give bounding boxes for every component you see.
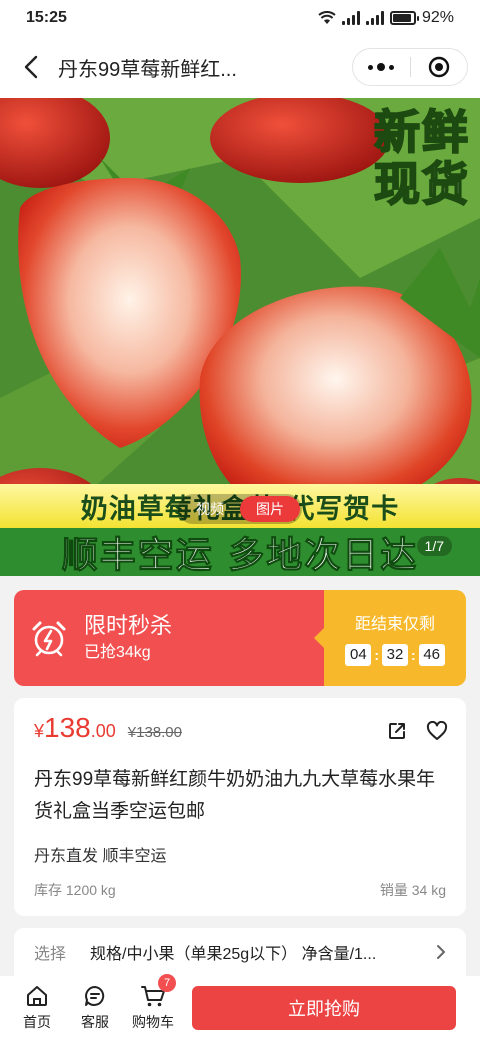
battery-icon bbox=[389, 11, 419, 25]
mini-program-capsule bbox=[352, 48, 468, 86]
close-miniprogram-button[interactable] bbox=[411, 49, 468, 85]
chat-icon bbox=[85, 986, 105, 1006]
product-image-carousel[interactable]: 新鲜 现货 奶油草莓礼盒装 代写贺卡 顺丰空运 多地次日达 视频 图片 1/7 bbox=[0, 98, 480, 576]
flash-sale-title: 限时秒杀 bbox=[84, 613, 173, 638]
battery-percent: 92% bbox=[421, 9, 454, 26]
home-tab-label: 首页 bbox=[23, 1014, 51, 1030]
more-button[interactable] bbox=[353, 49, 410, 85]
countdown-label: 距结束仅剩 bbox=[354, 616, 435, 633]
flash-sale-sold: 已抢34kg bbox=[84, 644, 151, 661]
cart-count-badge: 7 bbox=[158, 974, 176, 992]
product-title: 丹东99草莓新鲜红颜牛奶奶油九九大草莓水果年货礼盒当季空运包邮 bbox=[34, 769, 436, 822]
status-icons: 92% bbox=[318, 9, 454, 27]
price-decimal: .00 bbox=[90, 721, 116, 741]
more-dots-icon bbox=[368, 63, 395, 71]
home-icon bbox=[27, 986, 47, 1006]
customer-service-label: 客服 bbox=[81, 1014, 109, 1030]
carousel-page-indicator: 1/7 bbox=[416, 536, 452, 556]
media-tabs: 视频 图片 bbox=[178, 494, 302, 524]
countdown-seconds: 46 bbox=[418, 644, 445, 666]
countdown-colon: : bbox=[411, 647, 416, 663]
countdown-colon: : bbox=[374, 647, 379, 663]
original-price: ¥138.00 bbox=[127, 724, 182, 741]
flash-sale-countdown-panel: 距结束仅剩 04 : 32 : 46 bbox=[314, 590, 466, 686]
hero-badge-text: 新鲜 现货 bbox=[373, 105, 470, 211]
flash-sale-text: 限时秒杀 已抢34kg bbox=[84, 611, 172, 665]
spec-value: 规格/中小果（单果25g以下） 净含量/1... bbox=[90, 946, 377, 963]
chevron-right-icon bbox=[437, 945, 445, 959]
home-tab[interactable]: 首页 bbox=[8, 984, 66, 1032]
stock-info: 库存 1200 kg bbox=[34, 882, 116, 898]
countdown-timer: 04 : 32 : 46 bbox=[345, 644, 445, 666]
target-close-icon bbox=[428, 56, 449, 78]
sales-info: 销量 34 kg bbox=[379, 882, 446, 898]
hero-badge-line2: 现货 bbox=[373, 157, 470, 211]
signal-icon-2 bbox=[365, 11, 384, 25]
back-button[interactable] bbox=[14, 50, 48, 84]
stock-sales-row: 库存 1200 kg 销量 34 kg bbox=[34, 880, 446, 900]
alarm-clock-icon bbox=[32, 621, 66, 657]
cart-tab[interactable]: 7 购物车 bbox=[124, 974, 182, 1032]
price-row: ¥ 138 .00 ¥138.00 bbox=[34, 712, 446, 752]
flash-sale-left: 限时秒杀 已抢34kg bbox=[14, 590, 324, 686]
countdown-hours: 04 bbox=[345, 644, 372, 666]
chevron-left-icon bbox=[24, 55, 38, 79]
signal-icon-1 bbox=[341, 11, 360, 25]
buy-now-button[interactable]: 立即抢购 bbox=[192, 986, 456, 1030]
share-icon bbox=[389, 723, 405, 739]
page-title: 丹东99草莓新鲜红... bbox=[58, 58, 237, 81]
status-time: 15:25 bbox=[26, 9, 67, 26]
product-actions bbox=[386, 720, 448, 742]
wifi-icon bbox=[318, 11, 336, 24]
countdown-minutes: 32 bbox=[382, 644, 408, 666]
favorite-button[interactable] bbox=[426, 720, 448, 742]
price-currency: ¥ bbox=[34, 721, 45, 741]
flash-sale-banner: 限时秒杀 已抢34kg 距结束仅剩 04 : 32 : 46 bbox=[14, 590, 466, 686]
tab-image[interactable]: 图片 bbox=[240, 496, 300, 522]
tab-video[interactable]: 视频 bbox=[180, 496, 240, 522]
hero-green-band: 顺丰空运 多地次日达 bbox=[0, 528, 480, 576]
nav-bar: 丹东99草莓新鲜红... bbox=[0, 36, 480, 98]
product-tags: 丹东直发 顺丰空运 bbox=[34, 848, 167, 865]
customer-service-tab[interactable]: 客服 bbox=[66, 984, 124, 1032]
cart-tab-label: 购物车 bbox=[132, 1014, 174, 1030]
hero-badge-line1: 新鲜 bbox=[373, 105, 470, 159]
product-info-card: ¥ 138 .00 ¥138.00 丹东99草莓新鲜红颜牛奶奶油九九大草莓水果年… bbox=[14, 698, 466, 916]
spec-selector[interactable]: 选择 规格/中小果（单果25g以下） 净含量/1... bbox=[14, 928, 466, 976]
status-bar: 15:25 92% bbox=[0, 0, 480, 36]
spec-label: 选择 bbox=[34, 946, 67, 963]
price-integer: 138 bbox=[44, 712, 91, 743]
heart-icon bbox=[426, 721, 448, 740]
share-button[interactable] bbox=[386, 720, 408, 742]
bottom-action-bar: 首页 客服 7 购物车 立即抢购 bbox=[0, 974, 480, 1040]
